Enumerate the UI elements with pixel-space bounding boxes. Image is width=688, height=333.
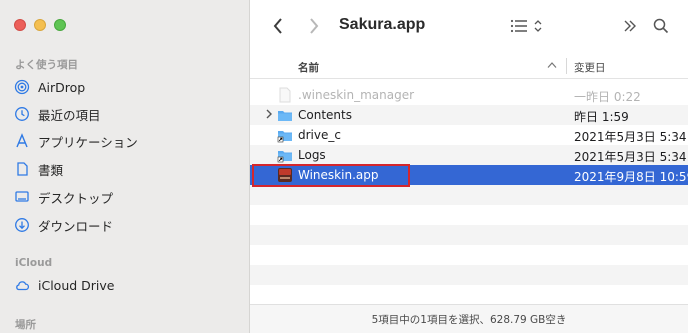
toolbar: Sakura.app <box>250 0 688 55</box>
alias-folder-icon <box>277 147 293 163</box>
file-name: drive_c <box>298 128 341 142</box>
window-title: Sakura.app <box>339 16 426 33</box>
forward-button[interactable] <box>304 14 324 40</box>
window-controls <box>14 19 66 31</box>
more-toolbar-button[interactable] <box>620 14 640 40</box>
search-icon <box>653 18 669 37</box>
finder-window: よく使う項目 AirDrop 最近の項目 アプリケーション 書類 デスクトップ … <box>0 0 688 333</box>
chevron-right-icon <box>308 17 320 38</box>
empty-row <box>250 205 688 225</box>
disclosure-triangle-icon[interactable] <box>265 108 273 123</box>
sidebar-item-label: ダウンロード <box>38 218 114 234</box>
file-icon <box>277 87 293 103</box>
column-divider <box>566 58 567 74</box>
sidebar-item-label: 最近の項目 <box>38 107 101 123</box>
file-date: 2021年5月3日 5:34 <box>574 150 687 164</box>
empty-row <box>250 265 688 285</box>
empty-row <box>250 225 688 245</box>
recents-clock-icon <box>14 106 30 122</box>
airdrop-icon <box>14 79 30 95</box>
sidebar-item-documents[interactable]: 書類 <box>14 158 244 180</box>
favorites-section-title: よく使う項目 <box>15 59 78 71</box>
file-name: Contents <box>298 108 352 122</box>
file-date: 一昨日 0:22 <box>574 90 641 104</box>
download-icon <box>14 217 30 233</box>
empty-row <box>250 185 688 205</box>
file-row-logs[interactable]: Logs 2021年5月3日 5:34 <box>250 145 688 165</box>
sidebar-item-label: デスクトップ <box>38 190 114 206</box>
sidebar-item-downloads[interactable]: ダウンロード <box>14 214 244 236</box>
empty-row <box>250 245 688 265</box>
status-bar: 5項目中の1項目を選択、628.79 GB空き <box>250 304 688 333</box>
sidebar-item-icloud-drive[interactable]: iCloud Drive <box>14 274 244 296</box>
sidebar-item-desktop[interactable]: デスクトップ <box>14 186 244 208</box>
sidebar-item-applications[interactable]: アプリケーション <box>14 130 244 152</box>
sidebar-item-label: アプリケーション <box>38 134 138 150</box>
file-date: 2021年9月8日 10:59 <box>574 170 688 184</box>
file-row-wineskin-manager[interactable]: .wineskin_manager 一昨日 0:22 <box>250 85 688 105</box>
file-name: .wineskin_manager <box>298 88 415 102</box>
list-view-icon <box>510 19 528 36</box>
applications-icon <box>14 133 30 149</box>
empty-row <box>250 285 688 305</box>
file-date: 昨日 1:59 <box>574 110 629 124</box>
icloud-section-title: iCloud <box>15 257 53 269</box>
sidebar-item-recents[interactable]: 最近の項目 <box>14 103 244 125</box>
close-button[interactable] <box>14 19 26 31</box>
column-header: 名前 変更日 <box>250 54 688 79</box>
file-name: Logs <box>298 148 326 162</box>
status-text: 5項目中の1項目を選択、628.79 GB空き <box>371 313 567 326</box>
document-icon <box>14 161 30 177</box>
chevron-left-icon <box>272 17 284 38</box>
sidebar-item-airdrop[interactable]: AirDrop <box>14 76 244 98</box>
chevron-updown-icon <box>534 19 542 36</box>
folder-icon <box>277 107 293 123</box>
locations-section-title: 場所 <box>15 319 36 331</box>
sort-ascending-icon[interactable] <box>547 59 557 72</box>
view-options-button[interactable] <box>506 14 546 40</box>
double-chevron-right-icon <box>623 19 637 36</box>
search-button[interactable] <box>650 14 672 40</box>
sidebar: よく使う項目 AirDrop 最近の項目 アプリケーション 書類 デスクトップ … <box>0 0 250 333</box>
zoom-button[interactable] <box>54 19 66 31</box>
minimize-button[interactable] <box>34 19 46 31</box>
name-column-header[interactable]: 名前 <box>298 60 319 75</box>
file-row-drive-c[interactable]: drive_c 2021年5月3日 5:34 <box>250 125 688 145</box>
alias-folder-icon <box>277 127 293 143</box>
annotation-highlight-box <box>252 164 410 187</box>
sidebar-item-label: 書類 <box>38 162 64 178</box>
back-button[interactable] <box>268 14 288 40</box>
file-list: .wineskin_manager 一昨日 0:22 Contents 昨日 1… <box>250 85 688 305</box>
desktop-icon <box>14 189 30 205</box>
sidebar-item-label: AirDrop <box>38 79 86 95</box>
cloud-icon <box>14 277 30 293</box>
file-date: 2021年5月3日 5:34 <box>574 130 687 144</box>
file-row-contents[interactable]: Contents 昨日 1:59 <box>250 105 688 125</box>
sidebar-item-label: iCloud Drive <box>38 277 115 293</box>
date-modified-column-header[interactable]: 変更日 <box>574 60 606 75</box>
